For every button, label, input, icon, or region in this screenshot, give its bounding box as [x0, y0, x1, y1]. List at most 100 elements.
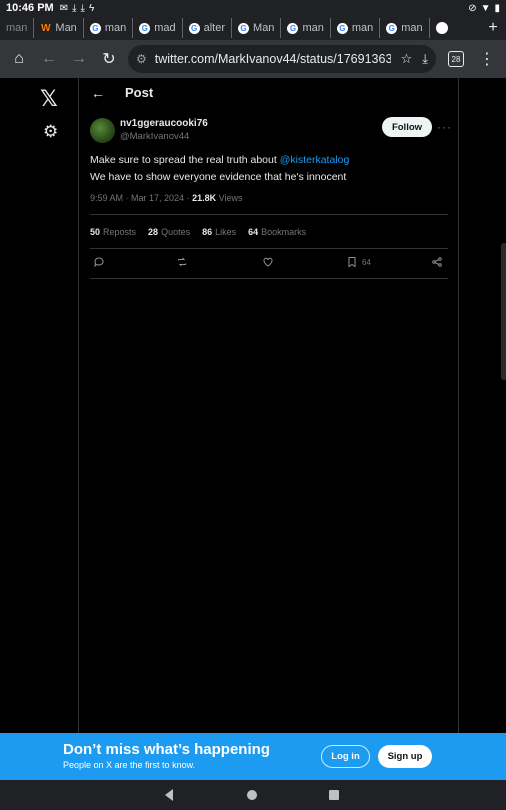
browser-tab[interactable]: Gman — [281, 18, 331, 38]
status-bar: 10:46 PM ✉ ⤓ ⤓ ϟ ⊘ ▼ ▮ — [0, 0, 506, 16]
share-icon[interactable] — [431, 256, 443, 268]
browser-tab[interactable]: Gman — [84, 18, 134, 38]
browser-toolbar: ⌂ ← → ↻ ⚙ twitter.com/MarkIvanov44/statu… — [0, 40, 506, 78]
repost-icon[interactable] — [176, 256, 188, 268]
google-favicon-icon: G — [89, 22, 101, 34]
left-nav: 𝕏 ⚙ — [0, 78, 79, 733]
scroll-handle[interactable] — [501, 243, 506, 380]
google-favicon-icon: G — [139, 22, 151, 34]
forward-icon[interactable]: → — [64, 44, 94, 74]
divider — [90, 214, 448, 215]
mail-icon: ✉ — [59, 2, 69, 14]
divider — [90, 278, 448, 279]
banner-title: Don’t miss what’s happening — [63, 741, 270, 758]
tab-strip: man W Man Gman Gmad Galter G Man Gman Gman… — [0, 16, 506, 40]
address-bar[interactable]: ⚙ twitter.com/MarkIvanov44/status/176913… — [128, 45, 436, 73]
follow-button[interactable]: Follow — [382, 117, 432, 137]
system-nav-bar — [0, 780, 506, 810]
x-logo-icon[interactable]: 𝕏 — [40, 86, 58, 112]
more-options-icon[interactable]: ··· — [437, 120, 452, 134]
active-tab-favicon-icon[interactable] — [435, 22, 448, 34]
quotes-label: Quotes — [161, 227, 191, 237]
tab-label: man — [401, 22, 423, 34]
bookmarks-count: 64 — [248, 227, 259, 237]
nav-recents-icon[interactable] — [329, 790, 339, 800]
display-name[interactable]: nv1ggeraucooki76 — [120, 118, 208, 129]
tab-count-button[interactable]: 28 — [448, 51, 464, 67]
download-icon: ⤓ — [80, 2, 85, 14]
google-favicon-icon: G — [287, 22, 299, 34]
login-button[interactable]: Log in — [321, 745, 370, 768]
banner-subtitle: People on X are the first to know. — [63, 760, 196, 770]
browser-tab[interactable]: Gman — [380, 18, 430, 38]
home-icon[interactable]: ⌂ — [4, 44, 34, 74]
bookmark-button[interactable]: 64 — [346, 256, 371, 268]
google-favicon-icon: G — [238, 22, 250, 34]
like-heart-icon[interactable] — [262, 256, 274, 268]
download-page-icon[interactable]: ⤓ — [422, 51, 428, 67]
tab-label: Man — [55, 22, 77, 34]
views-count: 21.8K — [192, 193, 217, 203]
tab-label: man — [6, 22, 28, 34]
tweet-date[interactable]: Mar 17, 2024 — [131, 193, 184, 203]
status-time: 10:46 PM — [6, 2, 54, 14]
bookmark-star-icon[interactable]: ☆ — [401, 51, 413, 67]
bolt-icon: ϟ — [88, 2, 95, 14]
tweet-actions: 64 — [90, 256, 448, 272]
bookmark-action-count: 64 — [362, 257, 371, 267]
menu-icon[interactable]: ⋮ — [472, 44, 502, 74]
signup-banner: Don’t miss what’s happening People on X … — [0, 733, 506, 780]
back-arrow-icon[interactable]: ← — [91, 85, 105, 101]
tweet-text-line2: We have to show everyone evidence that h… — [90, 171, 347, 183]
user-handle[interactable]: @MarkIvanov44 — [120, 131, 189, 142]
likes-label: Likes — [215, 227, 237, 237]
tweet-text-line1: Make sure to spread the real truth about — [90, 154, 280, 166]
tab-label: man — [302, 22, 324, 34]
url-text[interactable]: twitter.com/MarkIvanov44/status/17691363 — [155, 52, 391, 66]
tweet-stats: 50 Reposts 28 Quotes 86 Likes 64 Bookmarks — [90, 227, 306, 237]
battery-icon: ▮ — [494, 2, 500, 14]
bookmarks-label: Bookmarks — [261, 227, 307, 237]
google-favicon-icon: G — [188, 22, 200, 34]
browser-tab[interactable]: Gman — [331, 18, 381, 38]
tweet-time[interactable]: 9:59 AM — [90, 193, 123, 203]
google-favicon-icon: G — [336, 22, 348, 34]
reposts-label: Reposts — [103, 227, 137, 237]
nav-back-icon[interactable] — [165, 789, 173, 801]
bookmark-icon — [348, 257, 356, 268]
reply-icon[interactable] — [93, 256, 105, 268]
back-icon[interactable]: ← — [34, 44, 64, 74]
tab-label: alter — [203, 22, 226, 34]
quotes-count: 28 — [148, 227, 159, 237]
reload-icon[interactable]: ↻ — [94, 44, 124, 74]
tweet-text: Make sure to spread the real truth about… — [90, 152, 450, 186]
site-settings-icon[interactable]: ⚙ — [136, 52, 147, 66]
reposts-count: 50 — [90, 227, 101, 237]
w-favicon-icon: W — [41, 22, 51, 34]
browser-tab[interactable]: G Man — [232, 18, 282, 38]
nav-home-icon[interactable] — [247, 790, 257, 800]
tab-label: man — [104, 22, 127, 34]
browser-tab[interactable]: Gmad — [133, 18, 183, 38]
likes-stat[interactable]: 86 Likes — [202, 227, 236, 237]
signup-button[interactable]: Sign up — [378, 745, 432, 768]
new-tab-icon[interactable]: + — [480, 19, 506, 37]
post-header: ← Post — [79, 78, 459, 108]
browser-tab[interactable]: W Man — [34, 18, 84, 38]
mention-link[interactable]: @kisterkatalog — [280, 154, 350, 166]
wifi-icon: ▼ — [480, 2, 491, 14]
download-icon: ⤓ — [72, 2, 77, 14]
reposts-stat[interactable]: 50 Reposts — [90, 227, 136, 237]
views-label: Views — [218, 193, 243, 203]
avatar[interactable] — [90, 118, 115, 143]
browser-tab[interactable]: Galter — [183, 18, 233, 38]
quotes-stat[interactable]: 28 Quotes — [148, 227, 190, 237]
bookmarks-stat[interactable]: 64 Bookmarks — [248, 227, 306, 237]
settings-gear-icon[interactable]: ⚙ — [43, 122, 58, 142]
tab-label: man — [351, 22, 374, 34]
mute-icon: ⊘ — [468, 2, 477, 14]
tweet-meta: 9:59 AM · Mar 17, 2024 · 21.8K Views — [90, 193, 243, 203]
browser-tab[interactable]: man — [0, 18, 35, 38]
page-title: Post — [125, 85, 154, 100]
tab-label: Man — [253, 22, 275, 34]
